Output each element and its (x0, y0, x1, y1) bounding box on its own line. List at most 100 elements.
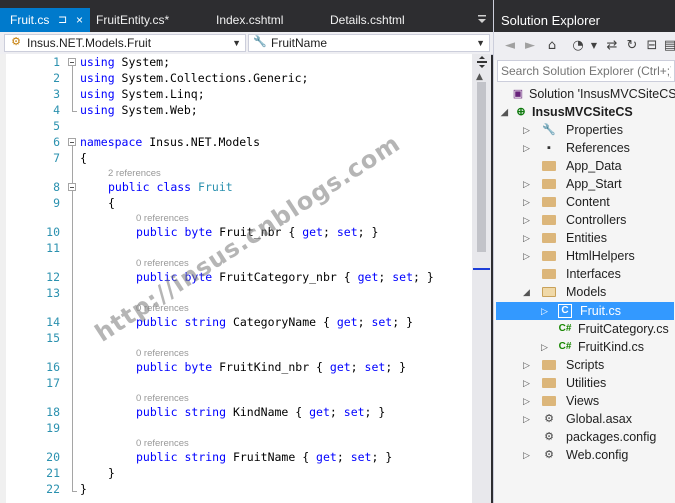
tab-overflow-icon[interactable] (475, 12, 489, 28)
collapse-icon[interactable] (68, 183, 76, 191)
vertical-scrollbar[interactable]: ▲ (472, 54, 491, 503)
tab-details-cshtml[interactable]: Details.cshtml (320, 8, 440, 32)
collapsed-arrow-icon[interactable]: ▷ (522, 193, 531, 211)
tree-node-models[interactable]: ◢ Models (522, 283, 672, 301)
folder-icon (542, 269, 556, 279)
sync-icon[interactable]: ⇄ (604, 38, 620, 54)
collapsed-arrow-icon[interactable]: ▷ (522, 446, 531, 464)
show-all-files-icon[interactable]: ▤ (662, 38, 675, 54)
line-number: 7 (53, 151, 60, 165)
collapsed-arrow-icon[interactable]: ▷ (522, 229, 531, 247)
code-line: public string FruitName { get; set; } (136, 450, 393, 464)
code-line: public string CategoryName { get; set; } (136, 315, 414, 329)
tree-node-label: FruitKind.cs (578, 340, 644, 354)
code-editor[interactable]: 1 2 3 4 5 6 7 8 9 10 11 12 13 14 15 16 1… (0, 54, 472, 503)
collapse-icon[interactable] (68, 138, 76, 146)
back-icon[interactable]: ◄ (502, 38, 518, 54)
tree-node-project[interactable]: ◢ ⊕ InsusMVCSiteCS (500, 103, 670, 121)
collapsed-arrow-icon[interactable]: ▷ (522, 410, 531, 428)
collapse-all-icon[interactable]: ⊟ (644, 38, 660, 54)
open-folder-icon (542, 287, 556, 297)
tree-node-views[interactable]: ▷ Views (522, 392, 672, 410)
global-file-icon: ⚙ (544, 413, 554, 425)
tree-node-solution[interactable]: ▣ Solution 'InsusMVCSiteCS' ( (511, 85, 675, 103)
forward-icon[interactable]: ► (522, 38, 538, 54)
expanded-arrow-icon[interactable]: ◢ (522, 283, 531, 301)
indicator-margin (0, 54, 6, 503)
scroll-thumb[interactable] (477, 82, 486, 252)
member-dropdown[interactable]: 🔧 FruitName ▼ (248, 34, 490, 52)
tree-node-label: Models (566, 285, 607, 299)
tree-node-packages-config[interactable]: ⚙ packages.config (522, 428, 672, 446)
folder-icon (542, 233, 556, 243)
member-dropdown-value: FruitName (271, 36, 328, 50)
tree-node-content[interactable]: ▷ Content (522, 193, 672, 211)
tree-node-entities[interactable]: ▷ Entities (522, 229, 672, 247)
class-icon: ⚙ (11, 36, 21, 48)
search-box[interactable] (497, 60, 675, 82)
search-input[interactable] (501, 63, 671, 79)
refresh-icon[interactable]: ↻ (624, 38, 640, 54)
collapsed-arrow-icon[interactable]: ▷ (522, 121, 531, 139)
outline-line (72, 146, 73, 491)
collapsed-arrow-icon[interactable]: ▷ (540, 338, 549, 356)
tree-node-controllers[interactable]: ▷ Controllers (522, 211, 672, 229)
collapsed-arrow-icon[interactable]: ▷ (522, 374, 531, 392)
codelens-references[interactable]: 0 references (136, 393, 189, 404)
codelens-references[interactable]: 2 references (108, 168, 161, 179)
tree-node-global-asax[interactable]: ▷ ⚙ Global.asax (522, 410, 672, 428)
history-icon[interactable]: ◔ (570, 38, 586, 54)
split-window-icon[interactable] (474, 56, 489, 70)
tree-node-label: App_Data (566, 159, 622, 173)
line-number: 5 (53, 119, 60, 133)
tree-node-interfaces[interactable]: Interfaces (522, 265, 672, 283)
tree-node-label: Global.asax (566, 412, 633, 426)
tree-node-fruitkind-cs[interactable]: ▷ C# FruitKind.cs (540, 338, 674, 356)
home-icon[interactable]: ⌂ (544, 38, 560, 54)
expanded-arrow-icon[interactable]: ◢ (500, 103, 509, 121)
scroll-up-arrow-icon[interactable]: ▲ (476, 72, 483, 82)
collapsed-arrow-icon[interactable]: ▷ (522, 139, 531, 157)
tab-index-cshtml[interactable]: Index.cshtml (206, 8, 318, 32)
line-number: 21 (46, 466, 60, 480)
codelens-references[interactable]: 0 references (136, 213, 189, 224)
pin-icon[interactable]: ⊐ (58, 8, 67, 32)
tree-node-scripts[interactable]: ▷ Scripts (522, 356, 672, 374)
config-file-icon: ⚙ (544, 449, 554, 461)
tree-node-htmlhelpers[interactable]: ▷ HtmlHelpers (522, 247, 672, 265)
folder-icon (542, 161, 556, 171)
tree-node-web-config[interactable]: ▷ ⚙ Web.config (522, 446, 672, 464)
tree-node-app-start[interactable]: ▷ App_Start (522, 175, 672, 193)
solution-explorer-panel: Solution Explorer ◄ ► ⌂ ◔ ▼ ⇄ ↻ ⊟ ▤ ▣ So… (493, 0, 675, 503)
tree-node-utilities[interactable]: ▷ Utilities (522, 374, 672, 392)
tab-label: FruitEntity.cs* (96, 13, 170, 27)
tree-node-properties[interactable]: ▷ 🔧 Properties (522, 121, 672, 139)
tab-fruitentity-cs[interactable]: FruitEntity.cs* (86, 8, 206, 32)
collapsed-arrow-icon[interactable]: ▷ (522, 175, 531, 193)
code-line: using System; (80, 55, 171, 69)
close-icon[interactable]: × (76, 8, 83, 32)
line-number: 20 (46, 450, 60, 464)
collapse-icon[interactable] (68, 58, 76, 66)
collapsed-arrow-icon[interactable]: ▷ (522, 392, 531, 410)
codelens-references[interactable]: 0 references (136, 348, 189, 359)
tree-node-label: Content (566, 195, 610, 209)
web-project-icon: ⊕ (516, 106, 526, 118)
tree-node-fruit-cs[interactable]: ▷ C Fruit.cs (496, 302, 674, 320)
collapsed-arrow-icon[interactable]: ▷ (522, 247, 531, 265)
line-number: 12 (46, 270, 60, 284)
type-dropdown[interactable]: ⚙ Insus.NET.Models.Fruit ▼ (4, 34, 246, 52)
collapsed-arrow-icon[interactable]: ▷ (522, 211, 531, 229)
outline-line (72, 66, 73, 111)
code-line: { (108, 196, 115, 210)
collapsed-arrow-icon[interactable]: ▷ (540, 302, 549, 320)
collapsed-arrow-icon[interactable]: ▷ (522, 356, 531, 374)
wrench-icon: 🔧 (253, 36, 267, 48)
codelens-references[interactable]: 0 references (136, 438, 189, 449)
folder-icon (542, 251, 556, 261)
tree-node-references[interactable]: ▷ ▪ References (522, 139, 672, 157)
tree-node-fruitcategory-cs[interactable]: C# FruitCategory.cs (540, 320, 674, 338)
tree-node-app-data[interactable]: App_Data (522, 157, 672, 175)
chevron-down-icon[interactable]: ▼ (586, 38, 602, 54)
tab-fruit-cs[interactable]: Fruit.cs ⊐ × (0, 8, 90, 32)
